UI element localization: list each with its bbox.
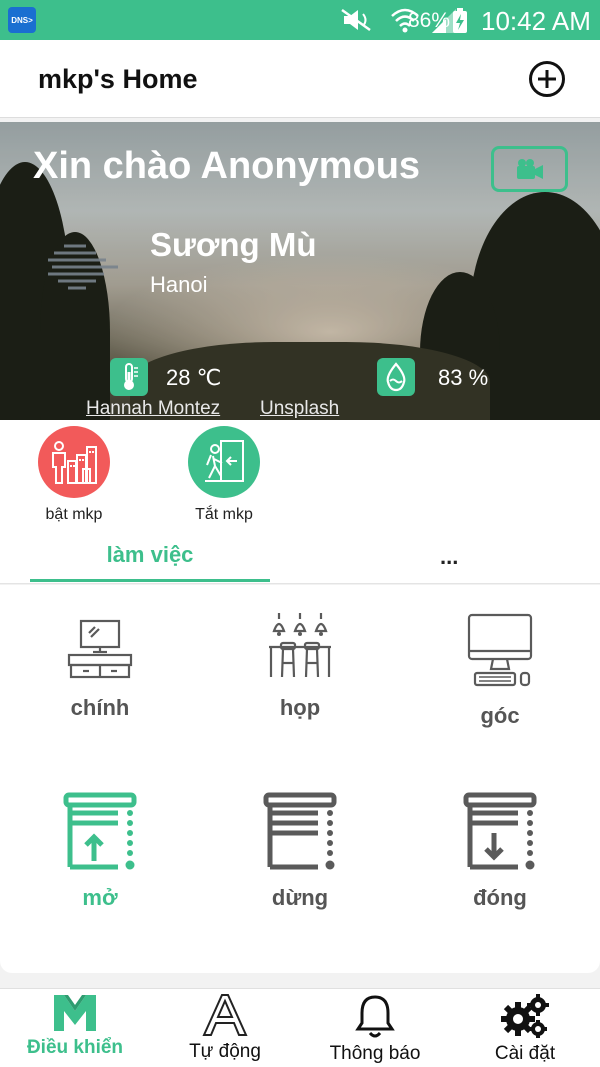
nav-label: Thông báo: [329, 1043, 421, 1064]
desktop-computer-icon: [467, 613, 533, 687]
device-mo[interactable]: mở: [0, 791, 200, 911]
device-label: họp: [279, 695, 321, 720]
gears-icon: [501, 994, 549, 1038]
m-logo-icon: [54, 995, 96, 1031]
device-hop[interactable]: họp: [200, 611, 400, 721]
dns-label: DNS: [11, 15, 29, 25]
bottom-nav: Điều khiển Tự động Thông báo Cài đặt: [0, 988, 600, 1067]
nav-thong-bao[interactable]: Thông báo: [300, 993, 450, 1065]
status-bar: DNS > 86% 10:42 AM: [0, 0, 600, 40]
scene-bat-mkp[interactable]: bật mkp: [19, 426, 129, 524]
fog-icon: [48, 244, 118, 290]
video-camera-icon: [516, 159, 543, 179]
letter-a-icon: [202, 994, 248, 1036]
scene-tat-mkp[interactable]: Tắt mkp: [169, 426, 279, 524]
pendant-lights-bar-icon: [269, 613, 331, 678]
nav-dieu-khien[interactable]: Điều khiển: [0, 993, 150, 1059]
photo-source-link[interactable]: Unsplash: [260, 398, 339, 420]
curtain-stop-icon: [263, 792, 337, 870]
add-home-button[interactable]: [528, 60, 566, 98]
temperature-value: 28 ℃: [166, 365, 222, 390]
device-label: đóng: [473, 885, 527, 910]
app-header: mkp's Home: [0, 40, 600, 118]
weather-city: Hanoi: [150, 272, 208, 297]
device-chinh[interactable]: chính: [0, 611, 200, 721]
camera-button[interactable]: [491, 146, 568, 192]
mute-icon: [341, 8, 371, 32]
device-label: góc: [480, 703, 520, 728]
device-dung[interactable]: dừng: [200, 791, 400, 911]
humidity-drop-icon: [377, 358, 415, 396]
tab-lam-viec[interactable]: làm việc: [30, 542, 270, 568]
devices-grid: chính họp góc mở dừng đóng: [0, 585, 600, 973]
tab-more[interactable]: ...: [440, 544, 458, 570]
nav-label: Tự động: [189, 1041, 261, 1062]
city-person-icon: [38, 426, 110, 498]
nav-cai-dat[interactable]: Cài đặt: [450, 993, 600, 1065]
device-label: dừng: [271, 885, 329, 910]
scene-label: bật mkp: [45, 506, 103, 523]
nav-tu-dong[interactable]: Tự động: [150, 993, 300, 1063]
device-label: mở: [82, 885, 118, 910]
weather-banner: Xin chào Anonymous Sương Mù Hanoi 28 ℃ 8…: [0, 122, 600, 420]
clock: 10:42 AM: [481, 6, 591, 36]
tv-desk-icon: [67, 619, 133, 679]
greeting: Xin chào Anonymous: [33, 145, 421, 187]
battery-percent: 86%: [408, 9, 451, 32]
curtain-close-icon: [463, 792, 537, 870]
curtain-open-icon: [63, 792, 137, 870]
battery-charging-icon: [453, 8, 467, 33]
nav-label: Điều khiển: [26, 1037, 124, 1058]
bell-icon: [355, 995, 395, 1038]
tab-indicator: [30, 579, 270, 582]
dns-app-icon: DNS >: [8, 7, 36, 33]
home-title: mkp's Home: [38, 64, 198, 94]
thermometer-icon: [110, 358, 148, 396]
device-dong[interactable]: đóng: [400, 791, 600, 911]
humidity-value: 83 %: [438, 365, 489, 390]
device-goc[interactable]: góc: [400, 611, 600, 729]
nav-label: Cài đặt: [494, 1043, 556, 1064]
exit-door-icon: [188, 426, 260, 498]
scene-label: Tắt mkp: [195, 506, 253, 523]
device-label: chính: [70, 695, 130, 720]
photo-author-link[interactable]: Hannah Montez: [86, 398, 220, 420]
weather-description: Sương Mù: [150, 226, 317, 263]
room-tabs: làm việc ...: [0, 530, 600, 584]
